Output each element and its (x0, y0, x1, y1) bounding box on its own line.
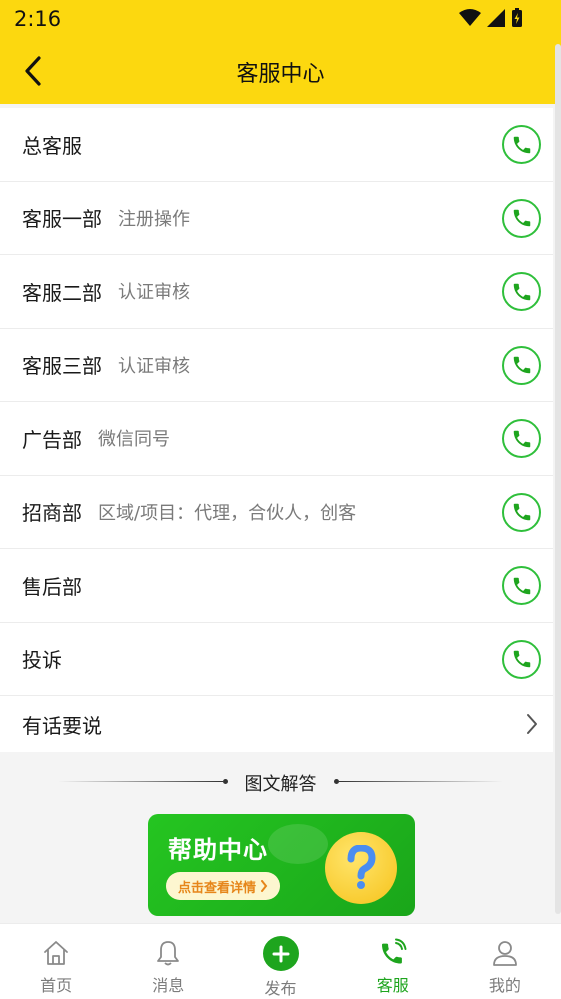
question-mark-icon (325, 832, 397, 904)
feedback-row[interactable]: 有话要说 (0, 696, 553, 752)
home-icon (44, 941, 68, 965)
contact-row-aftersales: 售后部 (0, 549, 553, 623)
banner-decoration (268, 824, 328, 864)
contact-row-complaint: 投诉 (0, 623, 553, 696)
battery-icon (512, 8, 522, 27)
contact-title: 客服二部 (22, 280, 102, 305)
phone-icon (513, 283, 530, 300)
contact-title: 招商部 (22, 501, 82, 526)
contact-title: 售后部 (22, 574, 82, 599)
call-button[interactable] (502, 419, 541, 458)
nav-messages[interactable]: 消息 (112, 924, 224, 999)
nav-home-label: 首页 (40, 976, 73, 995)
phone-icon (513, 650, 530, 668)
contact-title: 总客服 (22, 133, 82, 158)
phone-icon (513, 136, 530, 153)
call-button[interactable] (502, 492, 541, 532)
contact-subtitle: 认证审核 (118, 355, 190, 377)
chevron-right-icon (527, 714, 537, 734)
phone-service-icon (381, 938, 407, 964)
nav-service[interactable]: 客服 (337, 924, 449, 999)
nav-home[interactable]: 首页 (0, 924, 112, 999)
contact-row-general: 总客服 (0, 108, 553, 182)
contact-row-ads: 广告部 微信同号 (0, 402, 553, 476)
help-banner-title: 帮助中心 (168, 836, 268, 864)
contact-row-dept3: 客服三部 认证审核 (0, 329, 553, 402)
person-icon (493, 941, 517, 966)
contact-list: 总客服 客服一部 注册操作 客服二部 认证审核 客服三部 认证审核 广告部 微信… (0, 108, 553, 752)
contact-row-investment: 招商部 区域/项目：代理，合伙人，创客 (0, 476, 553, 549)
bottom-nav: 首页 消息 发布 客服 我的 (0, 923, 561, 999)
scrollbar[interactable] (555, 44, 561, 914)
help-details-button[interactable]: 点击查看详情 (166, 872, 280, 900)
contact-title: 投诉 (22, 648, 62, 673)
nav-messages-label: 消息 (152, 976, 185, 995)
contact-subtitle: 区域/项目：代理，合伙人，创客 (98, 502, 357, 524)
call-button[interactable] (502, 198, 541, 238)
help-center-banner[interactable]: 帮助中心 点击查看详情 (148, 814, 415, 916)
contact-row-dept2: 客服二部 认证审核 (0, 255, 553, 329)
contact-subtitle: 注册操作 (118, 208, 190, 230)
help-details-label: 点击查看详情 (177, 880, 256, 896)
plus-icon (262, 936, 299, 971)
contact-title: 广告部 (22, 427, 82, 452)
call-button[interactable] (502, 345, 541, 385)
nav-post-label: 发布 (264, 979, 297, 998)
chevron-right-icon (261, 880, 268, 892)
phone-icon (513, 503, 530, 521)
contact-subtitle: 微信同号 (98, 429, 170, 451)
divider-line-right (339, 781, 503, 782)
call-button[interactable] (502, 566, 541, 605)
section-title: 图文解答 (244, 774, 317, 795)
app-bar: 客服中心 (0, 38, 561, 104)
phone-icon (513, 430, 530, 447)
status-icons (459, 8, 523, 28)
nav-profile-label: 我的 (488, 976, 521, 995)
nav-profile[interactable]: 我的 (449, 924, 561, 999)
feedback-label: 有话要说 (22, 713, 102, 738)
contact-row-dept1: 客服一部 注册操作 (0, 182, 553, 255)
bell-icon (157, 941, 180, 966)
phone-icon (513, 577, 530, 594)
contact-title: 客服一部 (22, 207, 102, 232)
contact-subtitle: 认证审核 (118, 282, 190, 304)
contact-title: 客服三部 (22, 354, 102, 379)
phone-icon (513, 356, 530, 374)
status-time: 2:16 (14, 7, 62, 31)
signal-icon (487, 9, 505, 27)
call-button[interactable] (502, 639, 541, 679)
status-bar: 2:16 (0, 0, 561, 38)
nav-service-label: 客服 (376, 976, 409, 995)
section-divider: 图文解答 (58, 768, 503, 798)
nav-post[interactable]: 发布 (224, 924, 336, 999)
wifi-icon (459, 9, 481, 26)
call-button[interactable] (502, 125, 541, 164)
call-button[interactable] (502, 272, 541, 311)
phone-icon (513, 209, 530, 227)
page-title: 客服中心 (236, 62, 325, 87)
